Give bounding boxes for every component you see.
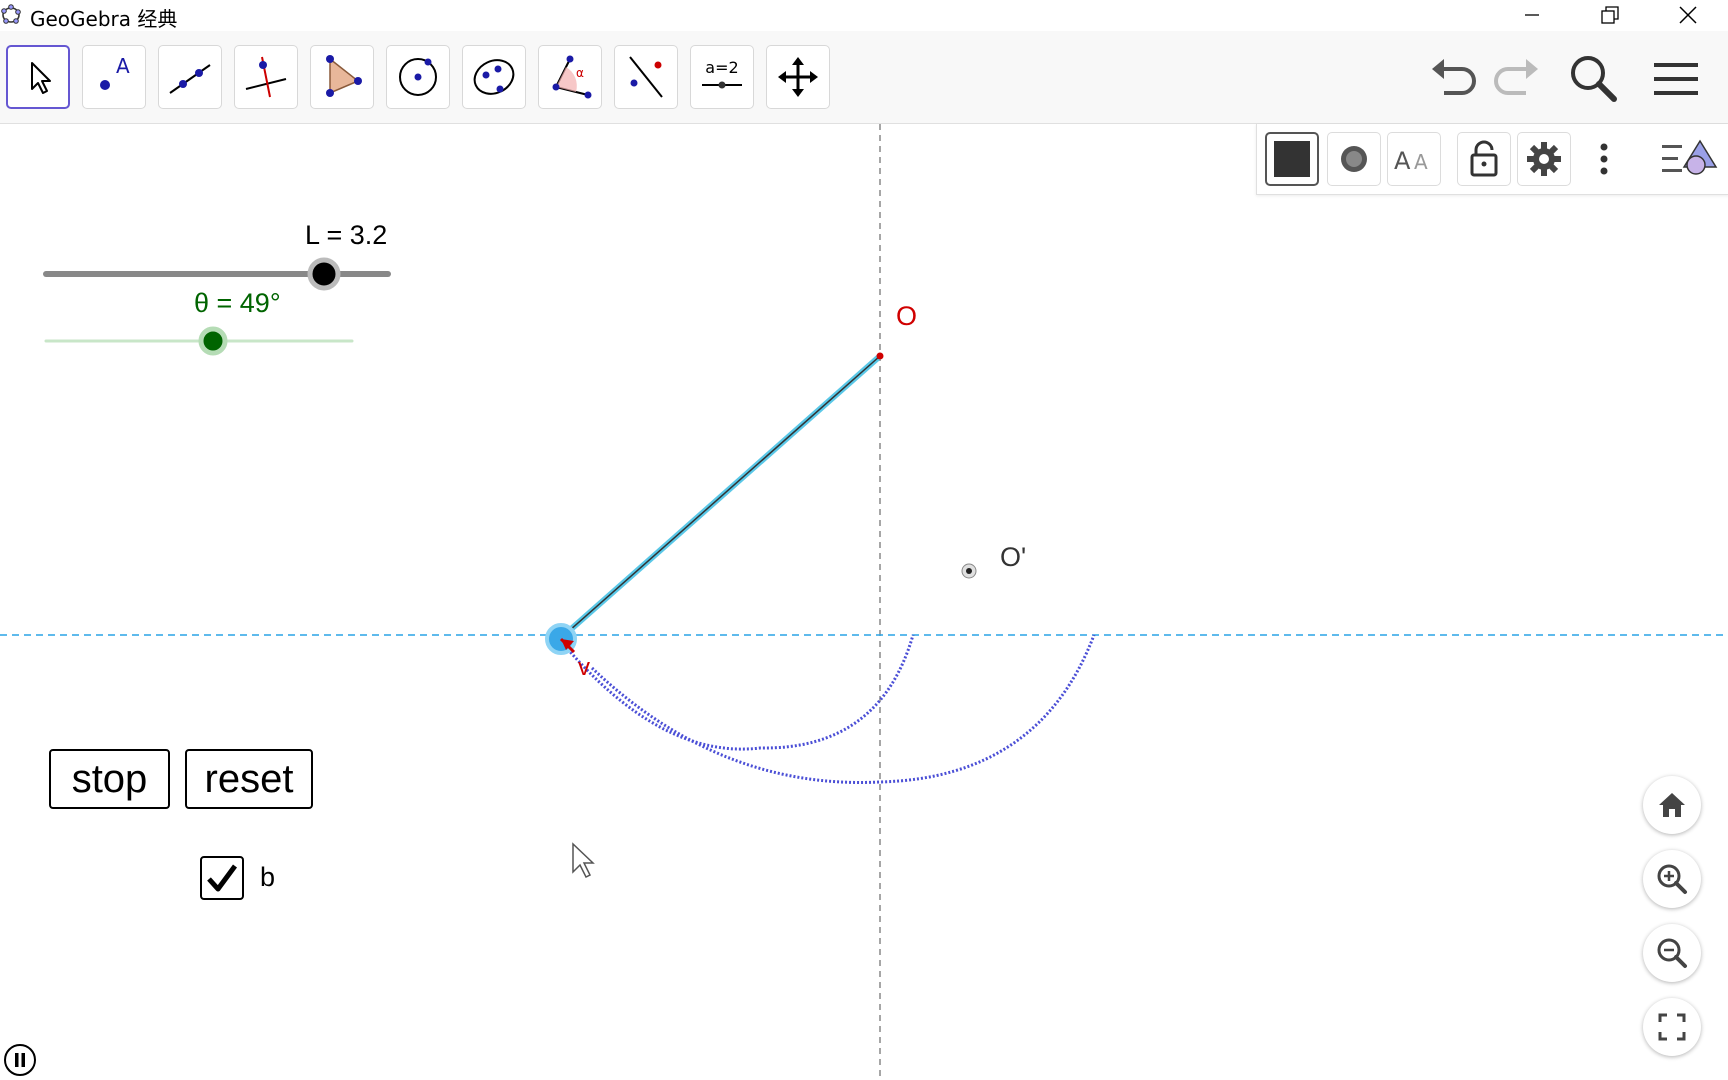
fullscreen-button[interactable] <box>1643 998 1701 1056</box>
mouse-cursor <box>572 842 595 879</box>
reflect-about-line-icon <box>629 56 663 98</box>
tool-conic[interactable] <box>462 45 526 109</box>
slider-L-label: L = 3.2 <box>305 220 388 250</box>
ellipse-icon <box>473 59 515 95</box>
close-icon <box>1679 6 1697 24</box>
angle-icon: α <box>552 55 592 99</box>
tool-line[interactable] <box>158 45 222 109</box>
perpendicular-line-icon <box>245 56 287 98</box>
graphics-view[interactable]: L = 3.2 θ = 49° O O' v stop reset b <box>0 124 1728 1080</box>
move-graphics-view-icon <box>778 57 818 97</box>
minimize-icon <box>1525 14 1539 16</box>
search-button[interactable] <box>1566 51 1622 107</box>
restore-icon <box>1601 6 1619 24</box>
polygon-icon <box>326 55 362 97</box>
reset-button[interactable]: reset <box>185 749 313 809</box>
line-through-points-icon <box>169 64 211 94</box>
search-icon <box>1571 56 1617 102</box>
close-window-button[interactable] <box>1660 0 1716 30</box>
slider-theta-label: θ = 49° <box>194 288 281 318</box>
point-O-label: O <box>896 301 918 331</box>
fullscreen-icon <box>1658 1013 1686 1041</box>
svg-text:A: A <box>116 55 130 78</box>
home-button[interactable] <box>1643 776 1701 834</box>
checkbox-b[interactable] <box>200 856 244 900</box>
tool-move-graphics[interactable] <box>766 45 830 109</box>
tool-reflect[interactable] <box>614 45 678 109</box>
point-O-prime-label: O' <box>1000 542 1027 572</box>
point-O-prime-center <box>966 568 972 574</box>
zoom-out-icon <box>1657 938 1687 968</box>
svg-text:a=2: a=2 <box>705 58 738 77</box>
minimize-button[interactable] <box>1504 0 1560 30</box>
tool-perpendicular[interactable] <box>234 45 298 109</box>
slider-icon: a=2 <box>702 58 742 89</box>
zoom-out-button[interactable] <box>1643 924 1701 982</box>
pause-animation-button[interactable] <box>4 1044 36 1076</box>
redo-button[interactable] <box>1488 51 1544 107</box>
trace-arc-outer <box>590 634 1096 784</box>
redo-icon <box>1494 59 1538 95</box>
checkbox-b-label: b <box>260 862 276 892</box>
undo-icon <box>1432 59 1476 95</box>
restore-button[interactable] <box>1582 0 1638 30</box>
slider-L-handle[interactable] <box>307 257 341 291</box>
pendulum-string <box>560 355 881 639</box>
main-menu-button[interactable] <box>1648 51 1704 107</box>
vector-v-label: v <box>578 654 590 681</box>
zoom-in-button[interactable] <box>1643 850 1701 908</box>
point-O[interactable] <box>876 352 884 360</box>
home-icon <box>1659 793 1685 817</box>
tool-angle[interactable]: α <box>538 45 602 109</box>
geogebra-logo-icon <box>1 4 21 24</box>
checkmark-icon <box>207 864 238 892</box>
tool-circle[interactable] <box>386 45 450 109</box>
svg-text:α: α <box>576 66 584 80</box>
graphics-canvas[interactable] <box>0 124 1728 1080</box>
tool-slider[interactable]: a=2 <box>690 45 754 109</box>
stop-button[interactable]: stop <box>49 749 170 809</box>
title-bar: GeoGebra 经典 <box>0 0 1728 31</box>
pause-icon <box>15 1053 25 1067</box>
pointer-arrow-icon <box>31 62 51 94</box>
zoom-in-icon <box>1657 864 1687 894</box>
tool-point[interactable]: A <box>82 45 146 109</box>
window-title: GeoGebra 经典 <box>30 7 178 31</box>
circle-center-point-icon <box>399 58 437 96</box>
tool-move[interactable] <box>6 45 70 109</box>
slider-theta-handle[interactable] <box>198 326 228 356</box>
toolbar: A α a=2 <box>0 31 1728 124</box>
trace-arc-inner <box>558 634 915 751</box>
point-icon: A <box>100 55 130 90</box>
undo-button[interactable] <box>1426 51 1482 107</box>
hamburger-menu-icon <box>1654 63 1698 95</box>
tool-polygon[interactable] <box>310 45 374 109</box>
